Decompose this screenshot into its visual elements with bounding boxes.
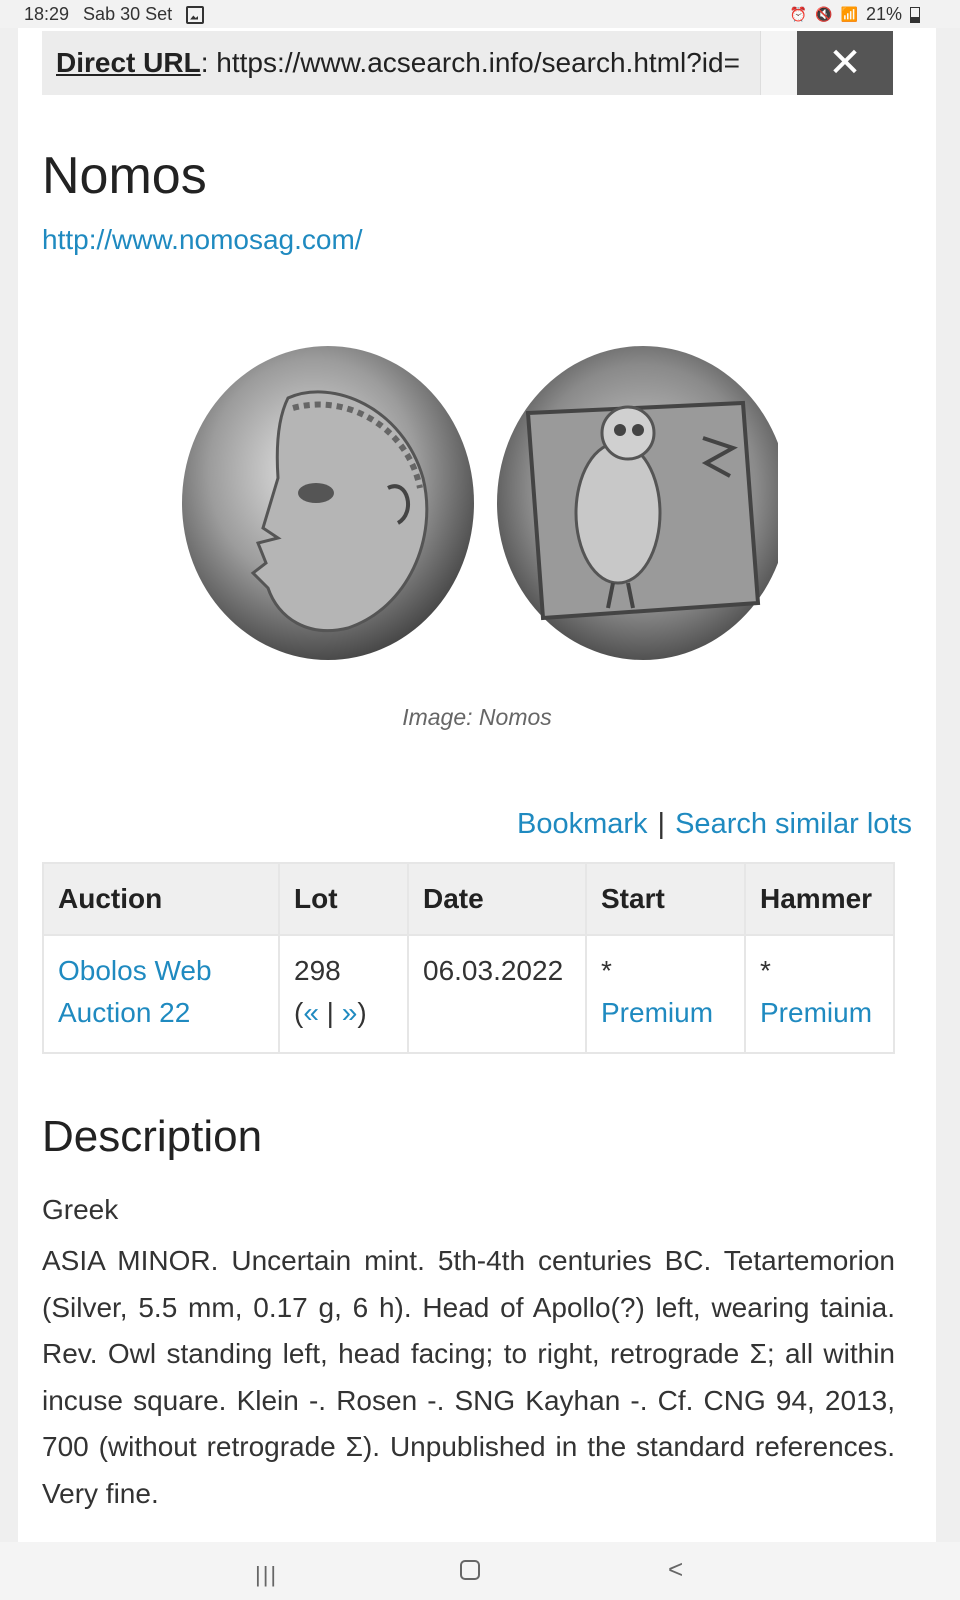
- lot-actions: Bookmark | Search similar lots: [517, 808, 912, 841]
- lot-nav-separator: |: [318, 997, 342, 1028]
- back-icon[interactable]: <: [668, 1554, 683, 1585]
- description-category: Greek: [42, 1194, 119, 1225]
- mute-icon: 🔇: [815, 6, 833, 22]
- description-heading: Description: [42, 1112, 263, 1161]
- bookmark-link[interactable]: Bookmark: [517, 808, 648, 840]
- cell-hammer: * Premium: [744, 934, 895, 1054]
- lot-number: 298: [294, 955, 341, 986]
- status-bar: 18:29 Sab 30 Set ⏰ 🔇 📶 21%: [0, 0, 960, 28]
- direct-url-bar: Direct URL: https://www.acsearch.info/se…: [42, 31, 893, 95]
- gallery-notification-icon: [186, 5, 205, 24]
- image-caption: Image: Nomos: [402, 704, 552, 730]
- direct-url-label: Direct URL: [56, 47, 201, 78]
- lot-paren-close: ): [357, 997, 367, 1028]
- search-similar-link[interactable]: Search similar lots: [675, 808, 912, 840]
- web-page: Direct URL: https://www.acsearch.info/se…: [18, 28, 936, 1542]
- recent-apps-icon[interactable]: |||: [255, 1562, 278, 1588]
- header-date: Date: [407, 862, 587, 936]
- actions-separator: |: [657, 808, 666, 840]
- header-hammer: Hammer: [744, 862, 895, 936]
- coin-image[interactable]: [158, 338, 778, 668]
- direct-url-value: https://www.acsearch.info/search.html?id…: [216, 47, 740, 78]
- start-premium-link[interactable]: Premium: [601, 997, 713, 1028]
- table-header-row: Auction Lot Date Start Hammer: [42, 862, 895, 936]
- start-asterisk: *: [601, 955, 612, 986]
- cell-start: * Premium: [585, 934, 746, 1054]
- status-date: Sab 30 Set: [83, 4, 173, 24]
- cell-date: 06.03.2022: [407, 934, 587, 1054]
- auction-link[interactable]: Obolos Web Auction 22: [58, 955, 212, 1028]
- home-icon[interactable]: [460, 1560, 480, 1580]
- next-lot-link[interactable]: »: [342, 997, 358, 1028]
- header-auction: Auction: [42, 862, 280, 936]
- direct-url-field[interactable]: Direct URL: https://www.acsearch.info/se…: [42, 47, 760, 79]
- battery-icon: [910, 6, 920, 23]
- seller-website-link[interactable]: http://www.nomosag.com/: [42, 224, 363, 256]
- seller-title: Nomos: [42, 147, 207, 205]
- status-time: 18:29: [24, 4, 70, 24]
- android-nav-bar: ||| <: [0, 1542, 960, 1600]
- url-bar-divider: [760, 31, 798, 95]
- previous-lot-link[interactable]: «: [303, 997, 319, 1028]
- coin-obverse: [182, 346, 474, 660]
- coin-reverse: [497, 346, 778, 660]
- hammer-premium-link[interactable]: Premium: [760, 997, 872, 1028]
- cell-lot: 298 (« | »): [278, 934, 409, 1054]
- wifi-icon: 📶: [840, 6, 858, 22]
- hammer-asterisk: *: [760, 955, 771, 986]
- description-text: ASIA MINOR. Uncertain mint. 5th-4th cent…: [42, 1245, 895, 1509]
- cell-auction: Obolos Web Auction 22: [42, 934, 280, 1054]
- header-start: Start: [585, 862, 746, 936]
- alarm-icon: ⏰: [789, 6, 808, 22]
- close-button[interactable]: ✕: [797, 31, 893, 95]
- table-row: Obolos Web Auction 22 298 (« | ») 06.03.2…: [42, 934, 895, 1054]
- battery-percent: 21%: [865, 4, 902, 24]
- lot-paren-open: (: [294, 997, 304, 1028]
- lot-table: Auction Lot Date Start Hammer Obolos Web…: [42, 862, 895, 1054]
- close-icon: ✕: [828, 41, 862, 85]
- header-lot: Lot: [278, 862, 409, 936]
